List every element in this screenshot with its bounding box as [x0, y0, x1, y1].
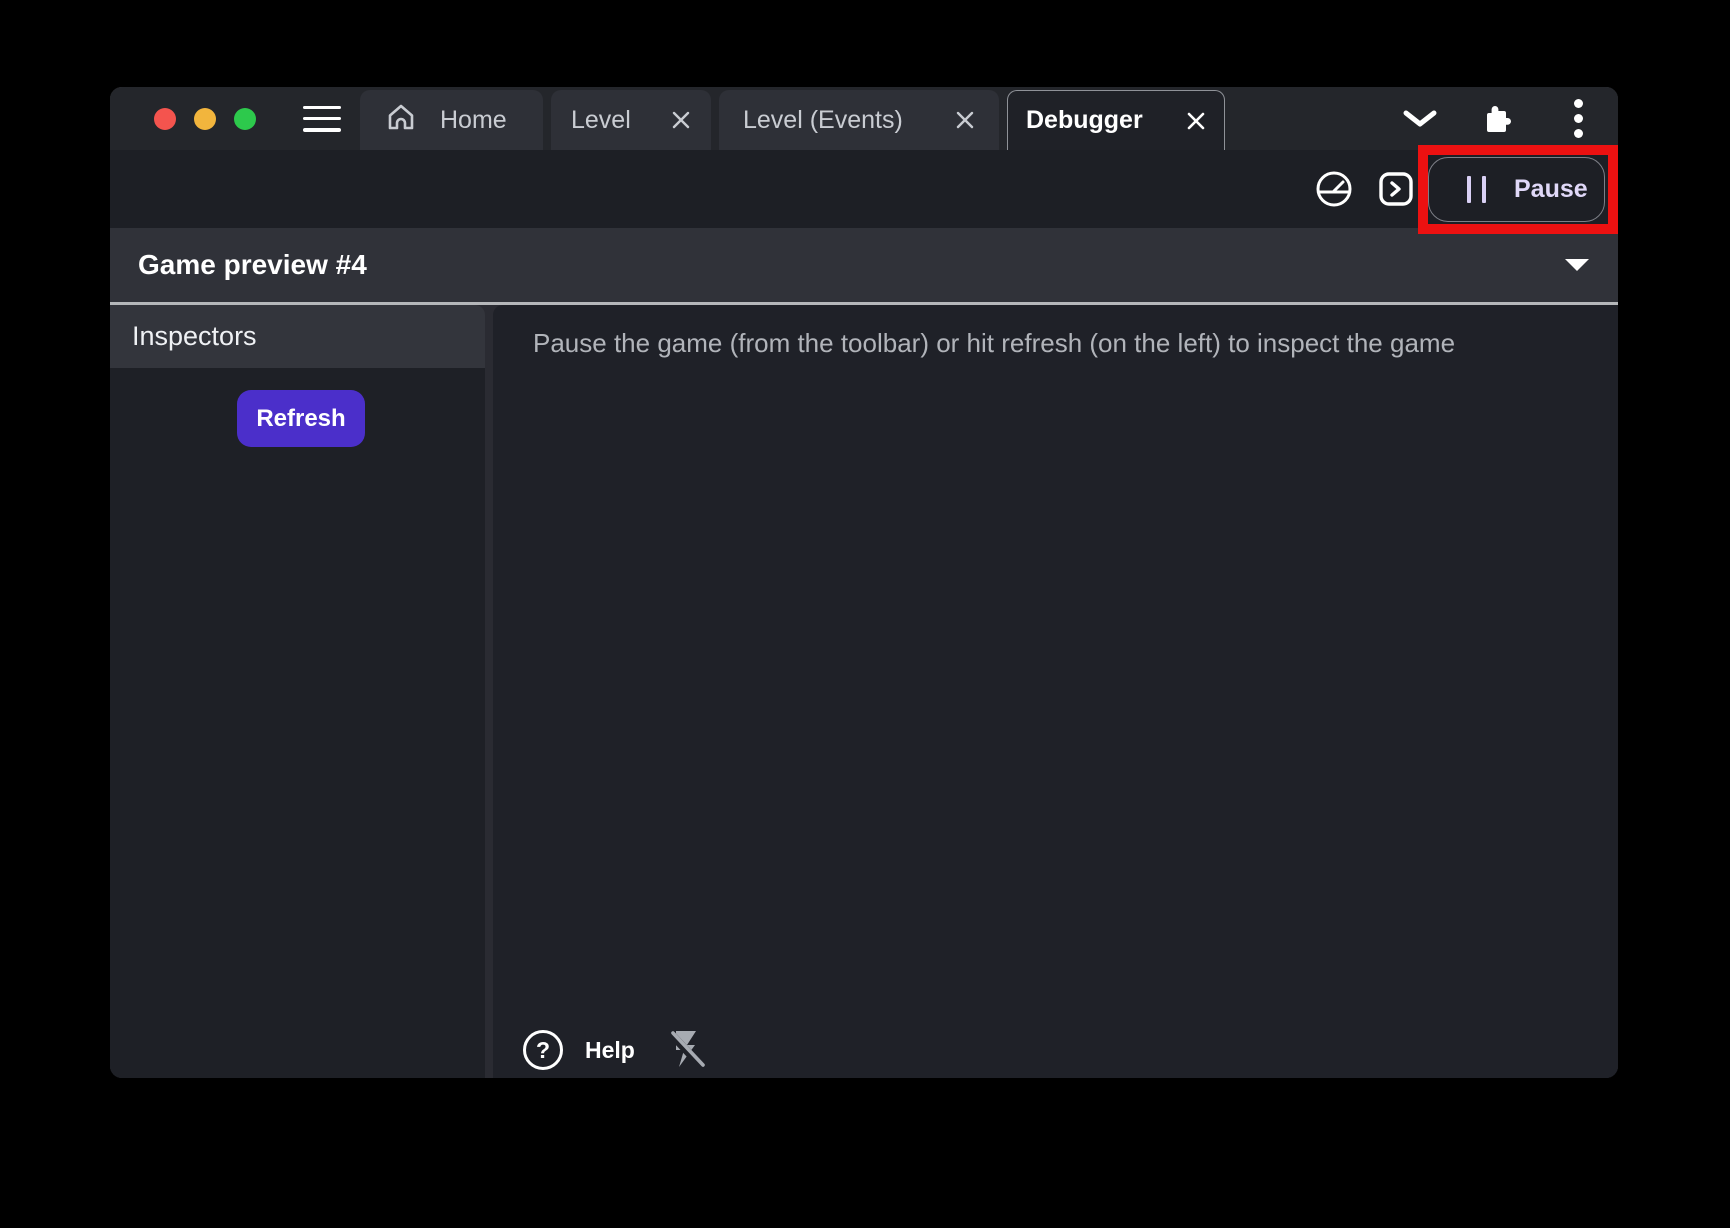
maximize-window-button[interactable] [234, 108, 256, 130]
pause-icon [1467, 176, 1486, 203]
desktop-background: Home Level Level (Events) [0, 0, 1730, 1228]
close-icon[interactable] [955, 110, 975, 130]
close-window-button[interactable] [154, 108, 176, 130]
tab-overflow-chevron-down-icon[interactable] [1402, 87, 1438, 150]
console-icon[interactable] [1378, 171, 1414, 207]
help-label[interactable]: Help [585, 1037, 635, 1064]
extensions-puzzle-icon[interactable] [1483, 87, 1515, 150]
help-glyph: ? [536, 1037, 550, 1064]
tab-level-events[interactable]: Level (Events) [719, 90, 999, 150]
content-area: Inspectors Refresh Pause the game (from … [110, 305, 1618, 1078]
footer-help-row: ? Help [523, 1028, 706, 1072]
window-controls [154, 108, 256, 130]
chevron-down-icon[interactable] [1564, 258, 1590, 272]
hamburger-menu-icon[interactable] [303, 106, 341, 132]
inspectors-header: Inspectors [110, 305, 485, 368]
tab-level[interactable]: Level [551, 90, 711, 150]
help-icon[interactable]: ? [523, 1030, 563, 1070]
instruction-text: Pause the game (from the toolbar) or hit… [533, 327, 1578, 361]
inspectors-sidebar: Inspectors Refresh [110, 305, 485, 1078]
close-icon[interactable] [671, 110, 691, 130]
more-options-kebab-icon[interactable] [1574, 87, 1583, 150]
titlebar: Home Level Level (Events) [110, 87, 1618, 150]
tab-label: Level [571, 106, 631, 135]
tab-label: Level (Events) [743, 106, 903, 135]
app-window: Home Level Level (Events) [110, 87, 1618, 1078]
inspectors-header-label: Inspectors [132, 321, 257, 352]
tab-label: Debugger [1026, 106, 1143, 135]
tab-label: Home [440, 106, 507, 135]
inspector-detail-panel: Pause the game (from the toolbar) or hit… [493, 305, 1618, 1078]
minimize-window-button[interactable] [194, 108, 216, 130]
game-preview-title: Game preview #4 [138, 249, 367, 281]
game-preview-header[interactable]: Game preview #4 [110, 228, 1618, 305]
pause-button[interactable]: Pause [1428, 157, 1605, 222]
tab-debugger[interactable]: Debugger [1007, 90, 1225, 150]
close-icon[interactable] [1186, 111, 1206, 131]
debugger-toolbar: Pause [110, 150, 1618, 228]
panel-divider[interactable] [485, 305, 493, 1078]
tab-home[interactable]: Home [360, 90, 543, 150]
tab-strip: Home Level Level (Events) [360, 87, 1225, 150]
refresh-button[interactable]: Refresh [237, 390, 365, 447]
inspectors-list: Refresh [110, 368, 485, 1078]
profiler-gauge-icon[interactable] [1314, 169, 1354, 209]
flash-off-icon[interactable] [668, 1029, 706, 1071]
home-icon [386, 102, 416, 139]
pause-button-label: Pause [1514, 175, 1588, 204]
